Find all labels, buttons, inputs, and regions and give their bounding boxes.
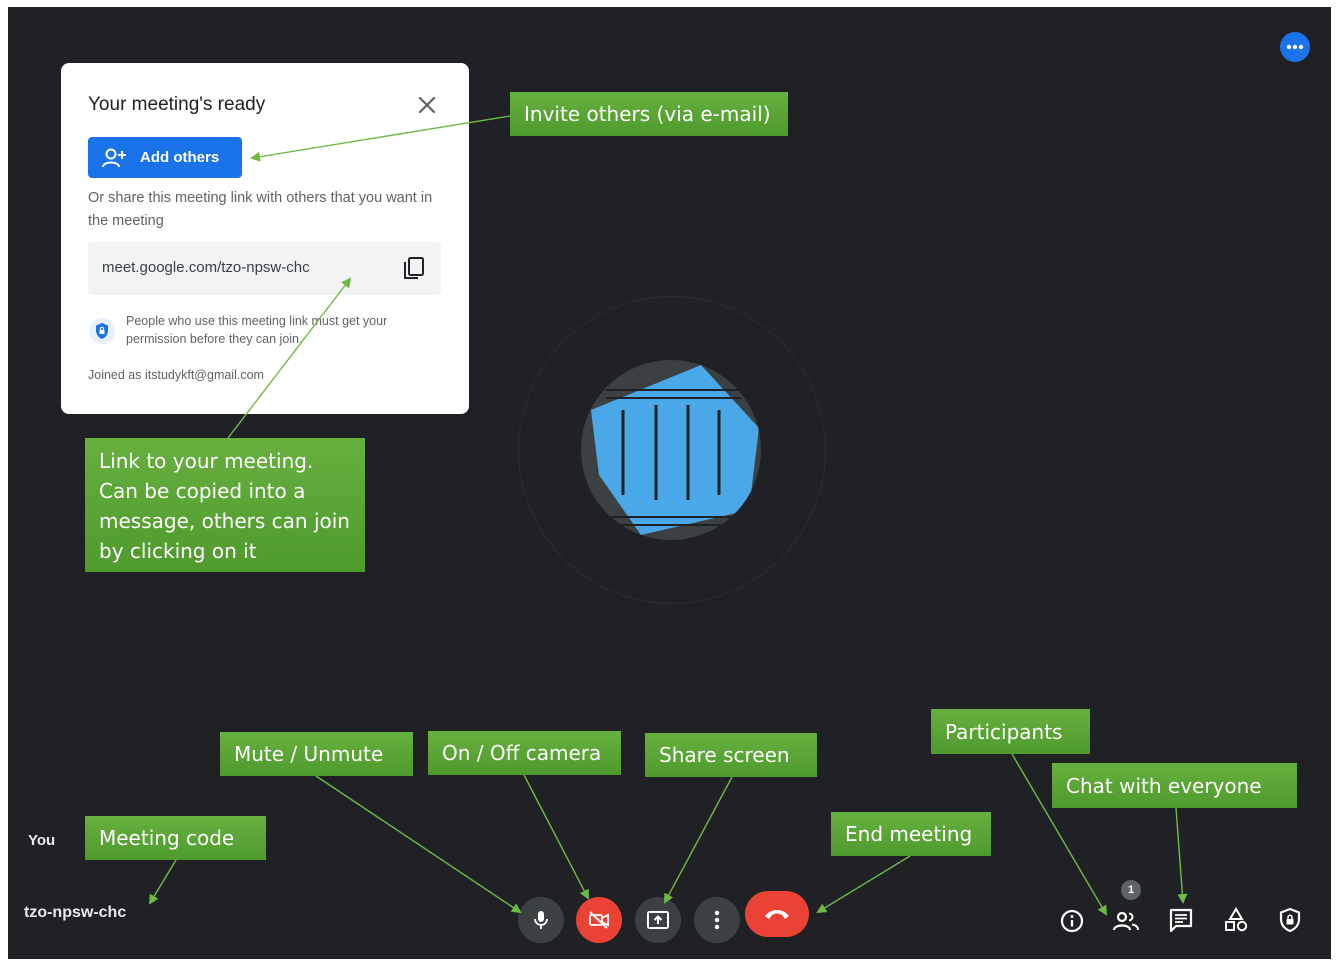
avatar: [581, 360, 761, 540]
copy-link-button[interactable]: [400, 254, 428, 282]
participants-button[interactable]: [1111, 906, 1141, 936]
close-icon: [418, 96, 436, 114]
people-icon: [1112, 911, 1139, 931]
add-others-button[interactable]: Add others: [88, 137, 242, 178]
call-end-icon: [765, 910, 789, 919]
meeting-link-box[interactable]: meet.google.com/tzo-npsw-chc: [88, 242, 441, 295]
callout-participants: Participants: [931, 709, 1090, 754]
dialog-title: Your meeting's ready: [88, 94, 266, 115]
meeting-link[interactable]: meet.google.com/tzo-npsw-chc: [102, 259, 310, 276]
copy-icon: [404, 257, 424, 279]
info-icon: [1060, 909, 1084, 933]
activities-icon: [1225, 907, 1248, 932]
close-button[interactable]: [413, 91, 441, 119]
end-call-button[interactable]: [745, 891, 809, 937]
meeting-details-button[interactable]: [1057, 906, 1087, 936]
self-name: You: [28, 832, 56, 849]
permission-notice: People who use this meeting link must ge…: [126, 314, 388, 346]
chat-icon: [1169, 908, 1193, 933]
host-controls-icon: [1279, 907, 1301, 933]
more-actions-button[interactable]: [694, 897, 740, 943]
participant-count-badge: 1: [1121, 880, 1141, 900]
callout-end: End meeting: [831, 812, 991, 856]
meeting-code[interactable]: tzo-npsw-chc: [24, 904, 126, 922]
share-instructions: Or share this meeting link with others t…: [88, 190, 433, 229]
mic-icon: [534, 911, 548, 929]
add-others-label: Add others: [140, 149, 220, 166]
callout-code: Meeting code: [85, 816, 266, 860]
more-horiz-icon: [1286, 44, 1304, 50]
callout-mute: Mute / Unmute: [220, 732, 413, 776]
callout-camera: On / Off camera: [428, 731, 621, 775]
callout-share: Share screen: [645, 733, 817, 777]
joined-as-text: Joined as itstudykft@gmail.com: [88, 368, 264, 382]
callout-chat: Chat with everyone: [1052, 763, 1297, 808]
videocam-off-icon: [589, 911, 609, 929]
more-vert-icon: [714, 910, 720, 930]
present-screen-button[interactable]: [635, 897, 681, 943]
callout-invite: Invite others (via e-mail): [510, 92, 788, 136]
host-controls-button[interactable]: [1275, 905, 1305, 935]
callout-link: Link to your meeting. Can be copied into…: [85, 438, 365, 572]
more-options-button[interactable]: [1280, 32, 1310, 62]
camera-toggle-button[interactable]: [576, 897, 622, 943]
mic-button[interactable]: [518, 897, 564, 943]
present-screen-icon: [647, 911, 669, 929]
chat-button[interactable]: [1166, 905, 1196, 935]
shield-lock-icon: [88, 317, 116, 345]
person-add-icon: [102, 148, 126, 167]
activities-button[interactable]: [1221, 905, 1251, 935]
meeting-ready-dialog: Your meeting's ready Add others Or share…: [61, 63, 469, 414]
